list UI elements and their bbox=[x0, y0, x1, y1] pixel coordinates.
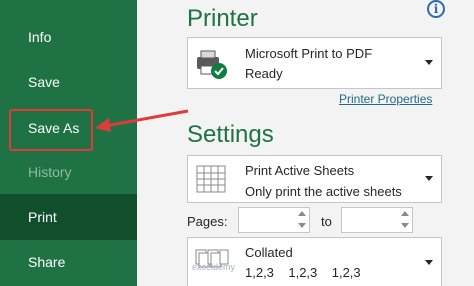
print-what-description: Only print the active sheets bbox=[245, 184, 402, 199]
print-what-label: Print Active Sheets bbox=[245, 163, 355, 178]
pages-to-input[interactable] bbox=[341, 207, 413, 233]
nav-info[interactable]: Info bbox=[0, 16, 137, 58]
printer-status: Ready bbox=[245, 66, 283, 81]
nav-history: History bbox=[28, 164, 72, 180]
chevron-down-icon bbox=[425, 260, 433, 265]
nav-print[interactable]: Print bbox=[0, 194, 137, 240]
printer-heading: Printer bbox=[187, 5, 258, 32]
printer-icon bbox=[197, 50, 227, 79]
print-what-select[interactable]: Print Active Sheets Only print the activ… bbox=[187, 155, 442, 203]
nav-share[interactable]: Share bbox=[0, 241, 137, 283]
collation-description: 1,2,3 1,2,3 1,2,3 bbox=[245, 265, 361, 280]
chevron-down-icon bbox=[425, 176, 433, 181]
pages-to-label: to bbox=[321, 214, 332, 229]
watermark-logo: exceldemy bbox=[192, 262, 236, 272]
spinner-arrows-icon[interactable] bbox=[400, 210, 410, 230]
red-arrow-icon bbox=[95, 109, 189, 132]
printer-properties-link[interactable]: Printer Properties bbox=[339, 92, 432, 106]
pages-label: Pages: bbox=[187, 214, 228, 229]
save-as-highlight bbox=[9, 109, 93, 151]
printer-name: Microsoft Print to PDF bbox=[245, 46, 373, 61]
print-panel: Printer i Microsoft Print to PDF Ready P… bbox=[137, 0, 474, 286]
pages-from-input[interactable] bbox=[238, 207, 310, 233]
chevron-down-icon bbox=[425, 60, 433, 65]
spinner-arrows-icon[interactable] bbox=[297, 210, 307, 230]
sheet-grid-icon bbox=[196, 165, 226, 193]
collation-label: Collated bbox=[245, 245, 293, 260]
info-icon[interactable]: i bbox=[427, 0, 445, 18]
printer-select[interactable]: Microsoft Print to PDF Ready bbox=[187, 37, 442, 89]
nav-save[interactable]: Save bbox=[0, 61, 137, 103]
